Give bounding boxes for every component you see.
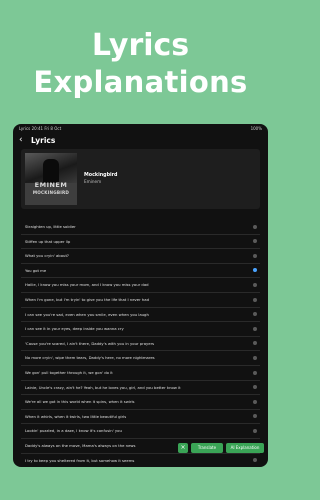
lyric-line: When I'm gone, but I'm tryin' to give yo… — [25, 296, 150, 302]
circle-check-icon[interactable] — [253, 282, 257, 287]
lyric-line: Hailie, I know you miss your mom, and I … — [25, 282, 149, 288]
lyric-row[interactable]: When it whirls, when it twirls, two litt… — [21, 410, 260, 425]
lyric-line: 'Cause you're scared, I ain't there, Dad… — [25, 340, 155, 346]
lyric-line: Lookin' puzzled, in a daze, I know it's … — [25, 428, 122, 434]
headline-title: Lyrics — [91, 28, 190, 63]
circle-check-icon[interactable] — [253, 224, 257, 229]
chevron-left-icon[interactable]: ‹ — [19, 134, 23, 146]
circle-check-icon[interactable] — [253, 341, 257, 346]
lyric-row[interactable]: Hailie, I know you miss your mom, and I … — [21, 278, 260, 293]
lyric-row[interactable]: I can see it in your eyes, deep inside y… — [21, 322, 260, 337]
lyric-row[interactable]: We gon' pull together through it, we gon… — [21, 366, 260, 381]
lyric-line: Straighten up, little soldier — [25, 224, 76, 229]
lyric-row[interactable]: What you cryin' about? — [21, 249, 260, 264]
headline-subtitle: Explanations — [33, 65, 248, 99]
song-card: EMINEM MOCKINGBIRD Mockingbird Eminem — [21, 149, 260, 209]
lyric-line: I can see it in your eyes, deep inside y… — [25, 326, 124, 332]
lyric-row[interactable]: Straighten up, little soldier — [21, 220, 260, 235]
lyric-row[interactable]: I try to keep you sheltered from it, but… — [21, 454, 260, 468]
lyric-row[interactable]: I can see you're sad, even when you smil… — [21, 308, 260, 323]
lyric-line: We're all we got in this world when it s… — [25, 399, 135, 405]
song-artist: Eminem — [84, 179, 102, 184]
translate-button[interactable]: Translate — [191, 443, 223, 453]
lyric-line: When it whirls, when it twirls, two litt… — [25, 413, 127, 419]
lyric-row[interactable]: When I'm gone, but I'm tryin' to give yo… — [21, 293, 260, 308]
status-date: Fri 8 Oct — [44, 126, 62, 131]
cover-title-text: MOCKINGBIRD — [32, 190, 70, 195]
circle-check-icon[interactable] — [253, 326, 257, 331]
circle-check-icon[interactable] — [253, 297, 257, 302]
lyric-line: Stiffen up that upper lip — [25, 238, 71, 244]
lyric-line: You got me — [25, 267, 47, 273]
cover-artist-text: EMINEM — [34, 181, 68, 189]
page-title: Lyrics — [31, 136, 56, 145]
song-title: Mockingbird — [84, 173, 118, 178]
lyric-row[interactable]: 'Cause you're scared, I ain't there, Dad… — [21, 337, 260, 352]
circle-check-icon[interactable] — [253, 370, 257, 375]
lyric-row[interactable]: Lookin' puzzled, in a daze, I know it's … — [21, 424, 260, 439]
lyric-row[interactable]: We're all we got in this world when it s… — [21, 395, 260, 410]
album-cover: EMINEM MOCKINGBIRD — [25, 153, 77, 205]
lyric-line: Daddy's always on the move, Mama's alway… — [25, 442, 136, 448]
circle-check-icon[interactable] — [253, 312, 257, 317]
circle-check-icon[interactable] — [253, 268, 257, 273]
nav-bar: ‹ Lyrics — [13, 133, 268, 149]
lyric-line: We gon' pull together through it, we gon… — [25, 369, 113, 375]
lyric-row[interactable]: You got me — [21, 264, 260, 279]
circle-check-icon[interactable] — [253, 414, 257, 419]
status-time: 20:41 — [31, 126, 44, 131]
status-carrier: Lyrics — [19, 126, 31, 131]
circle-check-icon[interactable] — [253, 239, 257, 244]
lyric-line: No more cryin', wipe them tears, Daddy's… — [25, 355, 155, 361]
circle-check-icon[interactable] — [253, 355, 257, 360]
circle-check-icon[interactable] — [253, 458, 257, 463]
circle-check-icon[interactable] — [253, 399, 257, 404]
ai-explanation-button[interactable]: AI Explanation — [226, 443, 264, 453]
lyric-line: I can see you're sad, even when you smil… — [25, 311, 149, 317]
device-screen: Lyrics 20:41 Fri 8 Oct 100% ‹ Lyrics EMI… — [13, 124, 268, 467]
circle-check-icon[interactable] — [253, 253, 257, 258]
lyric-row[interactable]: Lainie, Uncle's crazy, ain't he? Yeah, b… — [21, 381, 260, 396]
circle-check-icon[interactable] — [253, 428, 257, 433]
circle-check-icon[interactable] — [253, 385, 257, 390]
lyric-line: I try to keep you sheltered from it, but… — [25, 457, 135, 463]
lyric-row[interactable]: Stiffen up that upper lip — [21, 235, 260, 250]
lyrics-list: Straighten up, little soldier Stiffen up … — [21, 220, 260, 467]
lyric-row[interactable]: No more cryin', wipe them tears, Daddy's… — [21, 351, 260, 366]
lyric-line: Lainie, Uncle's crazy, ain't he? Yeah, b… — [25, 384, 181, 390]
close-icon[interactable]: × — [178, 443, 188, 453]
lyric-line: What you cryin' about? — [25, 253, 69, 259]
lyric-row[interactable]: Daddy's always on the move, Mama's alway… — [21, 439, 260, 454]
